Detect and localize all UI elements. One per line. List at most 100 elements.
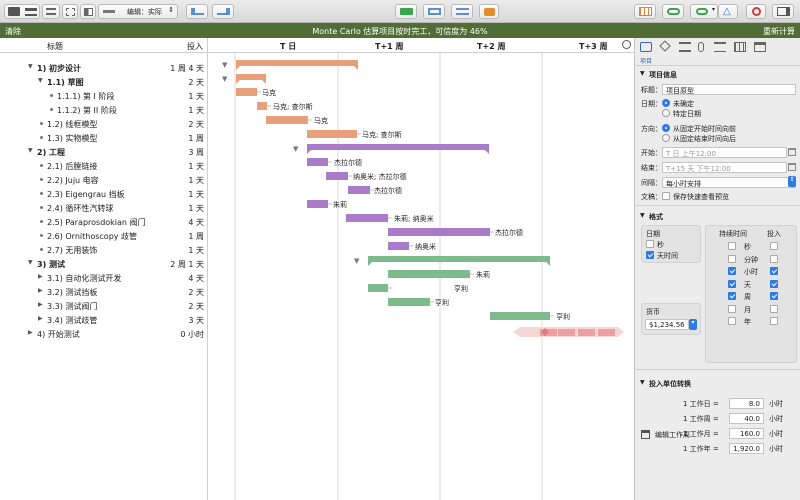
cloud-sync-button[interactable]: ▾ — [690, 4, 718, 19]
effort-unit-checkbox[interactable] — [770, 242, 778, 250]
project-tab-briefcase-icon[interactable] — [640, 42, 652, 52]
task-effort[interactable]: 1 天 — [188, 203, 204, 214]
gantt-disclosure-icon[interactable]: ▼ — [293, 145, 299, 153]
gantt-task-bar[interactable] — [368, 284, 388, 292]
disclosure-triangle-icon[interactable]: ▶ — [38, 287, 43, 294]
quicklook-checkbox[interactable] — [662, 192, 670, 200]
edit-workweek-calendar-icon[interactable] — [641, 430, 650, 439]
outline-row[interactable]: 1.2) 线框模型 2 天 — [0, 116, 208, 130]
task-title[interactable]: 3.1) 自动化测试开发 — [47, 273, 121, 284]
start-date-field[interactable]: T 日 上午12:00 — [662, 147, 787, 158]
gantt-task-bar[interactable] — [388, 242, 409, 250]
duration-unit-checkbox[interactable] — [728, 267, 736, 275]
people-view-icon[interactable] — [25, 8, 37, 16]
task-title[interactable]: 1.1.1) 第 I 阶段 — [57, 91, 114, 102]
disclosure-triangle-icon[interactable]: ▼ — [28, 147, 33, 154]
violations-button[interactable]: △ — [718, 4, 738, 19]
task-effort[interactable]: 2 周 1 天 — [170, 259, 204, 270]
resource-tab-person-icon[interactable] — [698, 42, 704, 52]
gantt-task-bar[interactable] — [307, 130, 357, 138]
conversion-value-field[interactable]: 8.0 — [729, 398, 764, 409]
task-title[interactable]: 3.2) 测试挡板 — [47, 287, 97, 298]
resources-button[interactable] — [634, 4, 656, 19]
outline-row[interactable]: ▼ 2) 工程 3 周 — [0, 144, 208, 158]
disclosure-triangle-icon[interactable]: ▶ — [28, 329, 33, 336]
outline-view-icon[interactable] — [8, 7, 20, 16]
task-effort[interactable]: 0 小时 — [180, 329, 204, 340]
task-effort[interactable]: 3 天 — [188, 315, 204, 326]
direction-backward-radio[interactable] — [662, 134, 670, 142]
effort-unit-checkbox[interactable] — [770, 304, 778, 313]
disclosure-triangle-icon[interactable]: ▼ — [28, 259, 33, 266]
project-title-field[interactable]: 项目原型 — [662, 84, 796, 95]
task-effort[interactable]: 4 天 — [188, 273, 204, 284]
outline-row[interactable]: 1.3) 实物模型 1 周 — [0, 130, 208, 144]
task-title[interactable]: 1.2) 线框模型 — [47, 119, 97, 130]
outline-row[interactable]: 2.5) Paraprosdokian 阀门 4 天 — [0, 214, 208, 228]
section-project-info[interactable]: 项目信息 — [649, 70, 677, 80]
gantt-task-bar[interactable] — [266, 116, 308, 124]
disclosure-triangle-icon[interactable]: ▶ — [38, 315, 43, 322]
task-title[interactable]: 1.1) 草图 — [47, 77, 84, 88]
duration-unit-checkbox[interactable] — [728, 317, 736, 325]
date-undetermined-radio[interactable] — [662, 99, 670, 107]
columns-tab-grid-icon[interactable] — [734, 42, 746, 52]
add-milestone-button[interactable] — [451, 4, 473, 19]
task-effort[interactable]: 1 天 — [188, 245, 204, 256]
end-date-field[interactable]: T+15 天 下午12:00 — [662, 162, 787, 173]
effort-unit-checkbox[interactable] — [770, 267, 778, 275]
gantt-task-bar[interactable] — [388, 298, 430, 306]
gantt-task-bar[interactable] — [490, 312, 550, 320]
outline-row[interactable]: 2.6) Ornithoscopy 歧管 1 周 — [0, 228, 208, 242]
column-header-title[interactable]: 标题 — [47, 41, 63, 52]
duration-unit-checkbox[interactable] — [728, 304, 736, 313]
outline-row[interactable]: 1.1.1) 第 I 阶段 1 天 — [0, 88, 208, 102]
disclosure-icon[interactable]: ▼ — [640, 70, 645, 77]
recalculate-button[interactable]: 重新计算 — [763, 26, 795, 37]
split-view-button[interactable] — [80, 4, 96, 19]
task-title[interactable]: 2.6) Ornithoscopy 歧管 — [47, 231, 137, 242]
task-title[interactable]: 3.4) 测试歧管 — [47, 315, 97, 326]
task-title[interactable]: 2.5) Paraprosdokian 阀门 — [47, 217, 146, 228]
task-title[interactable]: 2.1) 后膛链接 — [47, 161, 97, 172]
task-effort[interactable]: 2 天 — [188, 119, 204, 130]
style-tab-layers-icon[interactable] — [679, 42, 691, 52]
gantt-group-bar[interactable] — [307, 144, 489, 150]
disclosure-triangle-icon[interactable]: ▼ — [38, 77, 43, 84]
disclosure-icon[interactable]: ▼ — [640, 212, 645, 219]
duration-unit-checkbox[interactable] — [728, 242, 736, 250]
interval-select[interactable]: 每小时安排 — [662, 177, 796, 188]
task-effort[interactable]: 1 天 — [188, 91, 204, 102]
task-effort[interactable]: 1 周 — [188, 133, 204, 144]
task-title[interactable]: 3) 测试 — [37, 259, 65, 270]
outdent-button[interactable] — [212, 4, 234, 19]
task-effort[interactable]: 4 天 — [188, 217, 204, 228]
calendar-tab-icon[interactable] — [754, 42, 766, 52]
duration-unit-checkbox[interactable] — [728, 292, 736, 300]
zoom-icon[interactable] — [622, 40, 631, 49]
outline-row[interactable]: ▶ 4) 开始测试 0 小时 — [0, 326, 208, 340]
disclosure-triangle-icon[interactable]: ▶ — [38, 273, 43, 280]
outline-row[interactable]: 2.7) 无用装饰 1 天 — [0, 242, 208, 256]
task-effort[interactable]: 1 天 — [188, 105, 204, 116]
outline-row[interactable]: ▼ 3) 测试 2 周 1 天 — [0, 256, 208, 270]
task-effort[interactable]: 1 周 4 天 — [170, 63, 204, 74]
outline-row[interactable]: 2.3) Eigengrau 挡板 1 天 — [0, 186, 208, 200]
task-effort[interactable]: 3 周 — [188, 147, 204, 158]
gantt-task-bar[interactable] — [307, 200, 328, 208]
gantt-disclosure-icon[interactable]: ▼ — [354, 257, 360, 265]
gantt-task-bar[interactable] — [348, 186, 370, 194]
duration-unit-checkbox[interactable] — [728, 254, 736, 263]
outline-row[interactable]: ▶ 3.4) 测试歧管 3 天 — [0, 312, 208, 326]
outline-row[interactable]: ▶ 3.3) 测试阀门 2 天 — [0, 298, 208, 312]
add-group-button[interactable] — [423, 4, 445, 19]
view-mode-segment[interactable] — [4, 4, 40, 19]
snapshot-button[interactable] — [479, 4, 499, 19]
date-timeofday-checkbox[interactable] — [646, 251, 654, 259]
task-effort[interactable]: 1 周 — [188, 231, 204, 242]
direction-forward-radio[interactable] — [662, 124, 670, 132]
disclosure-icon[interactable]: ▼ — [640, 379, 645, 386]
gantt-group-bar[interactable] — [236, 74, 266, 80]
date-specific-radio[interactable] — [662, 109, 670, 117]
leveling-button[interactable] — [662, 4, 684, 19]
